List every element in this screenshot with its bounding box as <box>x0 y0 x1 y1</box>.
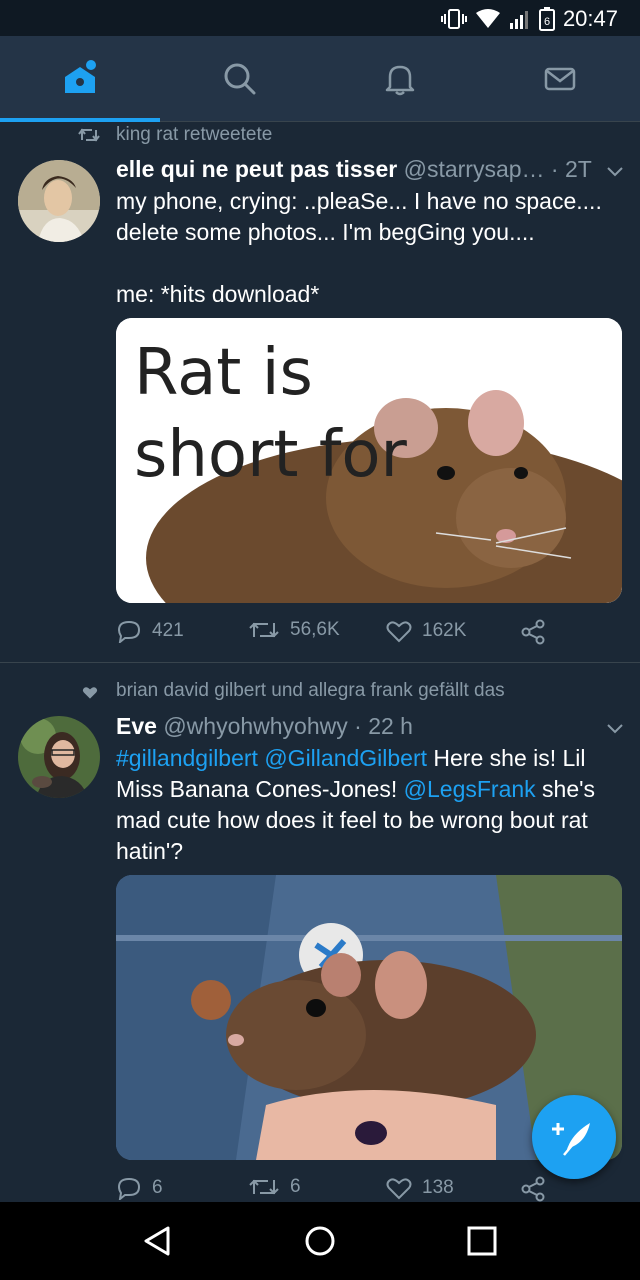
author-name[interactable]: elle qui ne peut pas tisser <box>116 156 397 182</box>
heart-icon <box>386 1178 412 1200</box>
search-icon <box>224 63 256 95</box>
retweet-icon <box>249 1179 279 1195</box>
back-button[interactable] <box>97 1202 217 1280</box>
avatar[interactable] <box>18 160 100 242</box>
heart-icon <box>386 621 412 643</box>
reply-icon <box>117 1177 141 1200</box>
social-context: king rat retweetete <box>116 124 273 145</box>
share-icon <box>521 1176 545 1202</box>
retweet-button[interactable]: 6 <box>248 1176 301 1198</box>
home-button[interactable] <box>260 1202 380 1280</box>
retweet-button[interactable]: 56,6K <box>248 619 340 641</box>
heart-icon <box>82 687 98 699</box>
top-navigation <box>0 36 640 122</box>
hashtag-link[interactable]: #gillandgilbert <box>116 745 258 771</box>
tweet-text: #gillandgilbert @GillandGilbert Here she… <box>116 745 596 864</box>
author-handle[interactable]: @whyohwhyohwy <box>163 713 347 739</box>
retweet-icon <box>78 128 100 142</box>
chevron-down-icon[interactable] <box>606 166 624 178</box>
like-button[interactable]: 138 <box>386 1176 454 1200</box>
clock: 20:47 <box>562 6 618 31</box>
recents-icon <box>467 1226 497 1256</box>
battery-icon: 6 <box>538 7 555 31</box>
notifications-tab[interactable] <box>320 36 480 122</box>
tweet-header: Eve @whyohwhyohwy · 22 h <box>116 713 620 740</box>
retweet-icon <box>249 622 279 638</box>
system-navigation-bar <box>0 1202 640 1280</box>
compose-tweet-icon <box>552 1123 590 1156</box>
author-handle[interactable]: @starrysap… <box>404 156 545 182</box>
tweet-actions: 421 56,6K 162K <box>116 619 616 649</box>
share-button[interactable] <box>520 619 546 645</box>
author-name[interactable]: Eve <box>116 713 157 739</box>
avatar[interactable] <box>18 716 100 798</box>
like-count: 138 <box>422 1177 454 1198</box>
compose-tweet-button[interactable] <box>532 1095 616 1179</box>
mention-link[interactable]: @LegsFrank <box>404 776 536 802</box>
reply-icon <box>117 620 141 643</box>
tweet-text: my phone, crying: ..pleaSe... I have no … <box>116 188 602 307</box>
vibrate-icon <box>440 9 467 29</box>
search-tab[interactable] <box>160 36 320 122</box>
share-icon <box>521 619 545 645</box>
home-tab[interactable] <box>0 36 160 122</box>
like-button[interactable]: 162K <box>386 619 466 643</box>
share-button[interactable] <box>520 1176 546 1202</box>
tweet-time: · 2T <box>550 156 592 182</box>
mail-icon <box>544 67 576 91</box>
chevron-down-icon[interactable] <box>606 723 624 735</box>
reply-count: 421 <box>152 620 184 641</box>
bell-icon <box>385 65 415 96</box>
image-caption-text: Rat is short for <box>134 336 407 492</box>
recents-button[interactable] <box>422 1202 542 1280</box>
back-icon <box>144 1226 170 1256</box>
home-circle-icon <box>305 1226 335 1256</box>
retweet-count: 56,6K <box>290 619 340 640</box>
signal-icon <box>509 11 528 29</box>
status-bar: 6 20:47 <box>0 0 640 36</box>
social-context: brian david gilbert und allegra frank ge… <box>116 680 505 701</box>
mention-link[interactable]: @GillandGilbert <box>264 745 427 771</box>
reply-count: 6 <box>152 1177 163 1198</box>
reply-button[interactable]: 421 <box>116 619 184 643</box>
like-count: 162K <box>422 620 467 641</box>
tweet-time: · 22 h <box>354 713 413 739</box>
retweet-count: 6 <box>290 1176 301 1197</box>
tweet-header: elle qui ne peut pas tisser @starrysap… … <box>116 156 620 183</box>
wifi-icon <box>475 9 500 28</box>
reply-button[interactable]: 6 <box>116 1176 163 1200</box>
messages-tab[interactable] <box>480 36 640 122</box>
tweet[interactable]: king rat retweetete elle qui ne peut pas… <box>0 122 640 662</box>
svg-text:6: 6 <box>544 16 550 28</box>
home-icon <box>65 60 96 93</box>
